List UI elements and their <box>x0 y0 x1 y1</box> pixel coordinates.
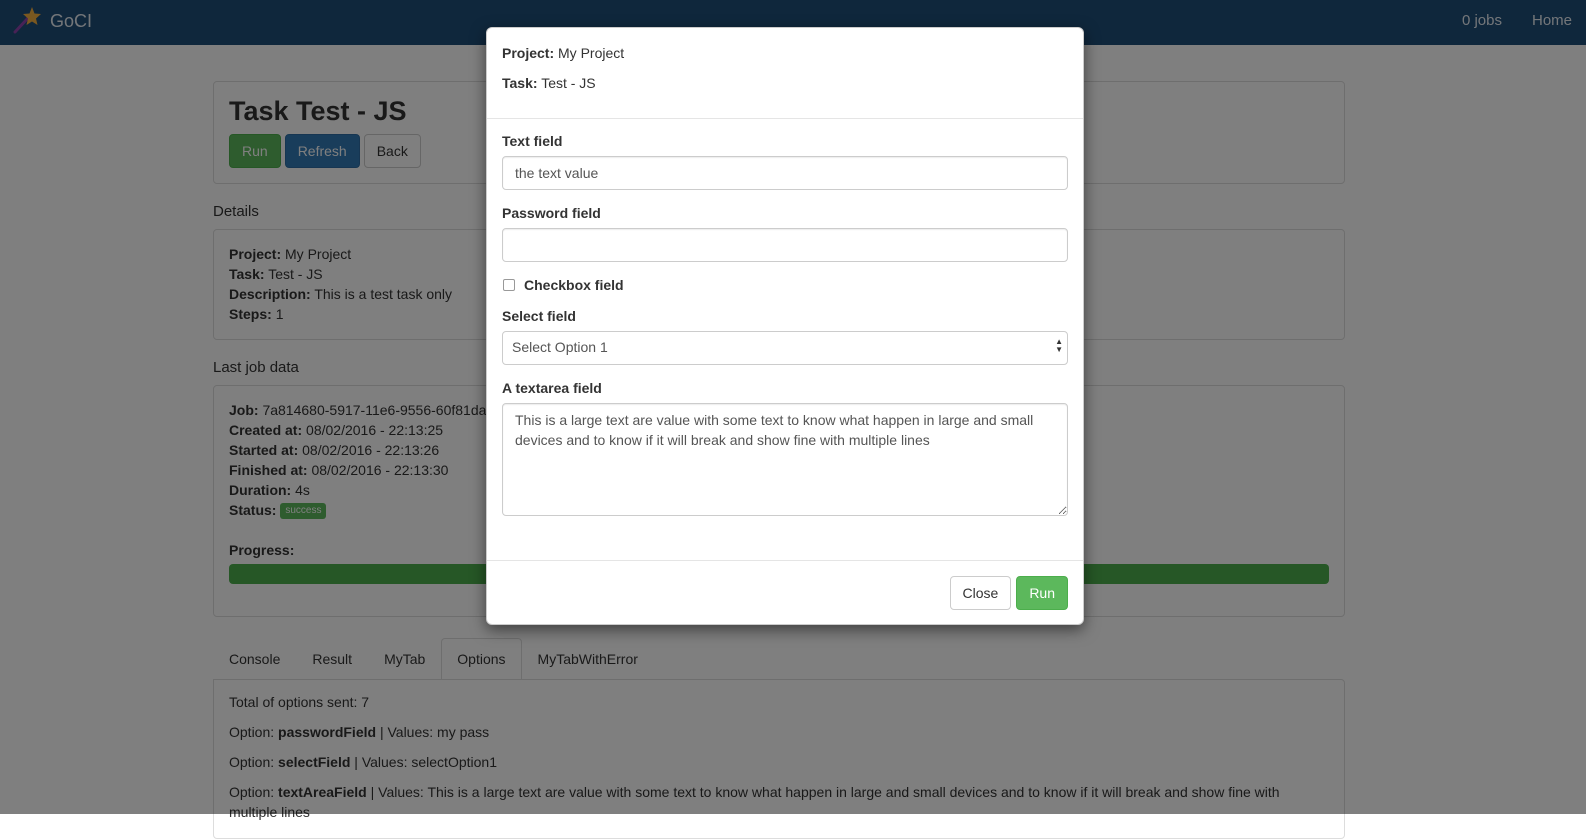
textarea-field-label: A textarea field <box>502 380 602 396</box>
modal-footer: Close Run <box>487 560 1083 624</box>
modal-project: Project: My Project <box>502 45 625 61</box>
password-field-label: Password field <box>502 205 601 221</box>
modal-run-button[interactable]: Run <box>1016 576 1068 610</box>
checkbox-field-label[interactable]: Checkbox field <box>524 277 624 293</box>
modal-body: Text field Password field Checkbox field… <box>487 119 1083 519</box>
password-field-input[interactable] <box>502 228 1068 262</box>
text-field-label: Text field <box>502 133 563 149</box>
modal-header: Project: My Project Task: Test - JS <box>487 28 1083 119</box>
select-field-label: Select field <box>502 308 576 324</box>
modal-close-button[interactable]: Close <box>949 576 1012 610</box>
select-field-value: Select Option 1 <box>512 339 608 355</box>
select-field-dropdown[interactable]: Select Option 1 ▲ ▼ <box>502 331 1068 365</box>
textarea-field-input[interactable]: This is a large text are value with some… <box>502 403 1068 516</box>
run-options-modal: Project: My Project Task: Test - JS Text… <box>486 27 1084 625</box>
select-arrows-icon: ▲ ▼ <box>1055 337 1063 354</box>
text-field-input[interactable] <box>502 156 1068 190</box>
modal-task: Task: Test - JS <box>502 75 596 91</box>
checkbox-field-checkbox[interactable] <box>503 279 515 291</box>
